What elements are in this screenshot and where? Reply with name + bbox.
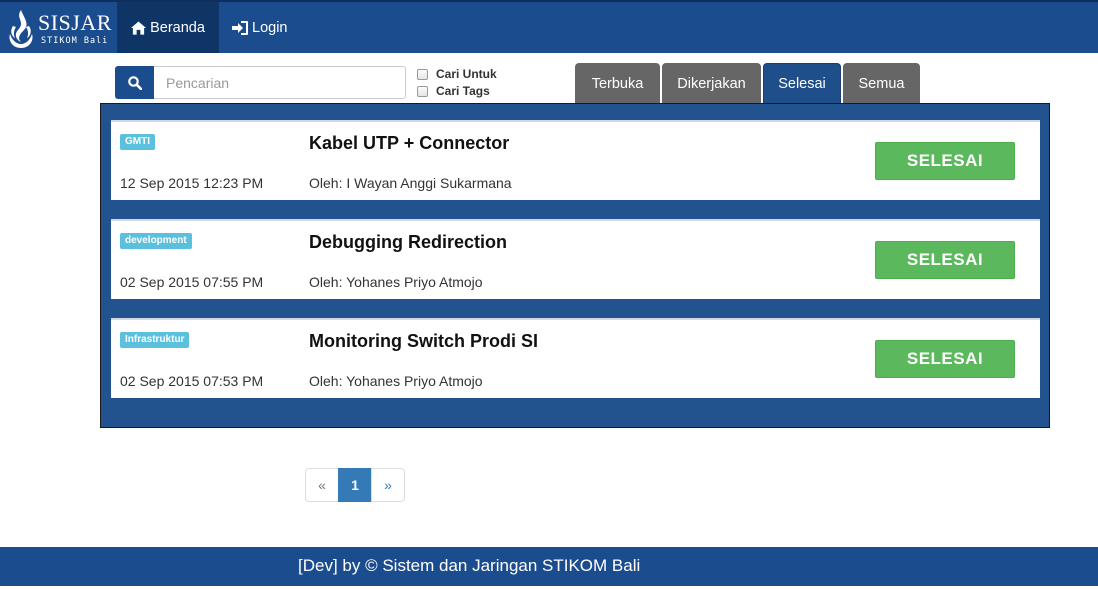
tab-dikerjakan[interactable]: Dikerjakan	[662, 63, 761, 104]
ticket-title[interactable]: Debugging Redirection	[309, 232, 507, 253]
search-tags-checkbox[interactable]: Cari Tags	[417, 84, 490, 98]
tag-badge[interactable]: Infrastruktur	[120, 332, 190, 348]
tab-semua[interactable]: Semua	[843, 63, 920, 104]
nav-home-link[interactable]: Beranda	[117, 2, 219, 53]
sign-in-icon	[232, 20, 248, 35]
search-icon	[127, 75, 142, 90]
home-icon	[131, 20, 147, 35]
footer: [Dev] by © Sistem dan Jaringan STIKOM Ba…	[0, 547, 1098, 586]
pagination-next[interactable]: »	[371, 468, 405, 502]
nav-home-label: Beranda	[150, 19, 205, 36]
brand-subtitle: STIKOM Bali	[41, 36, 109, 46]
search-tags-label: Cari Tags	[436, 84, 490, 98]
tab-selesai[interactable]: Selesai	[763, 63, 841, 104]
ticket-card: development 02 Sep 2015 07:55 PM Debuggi…	[111, 219, 1040, 299]
navbar: SISJAR STIKOM Bali Beranda Login	[0, 0, 1098, 53]
nav-login-link[interactable]: Login	[232, 2, 287, 53]
search-button[interactable]	[115, 66, 154, 99]
tag-badge[interactable]: development	[120, 233, 192, 249]
ticket-card: GMTI 12 Sep 2015 12:23 PM Kabel UTP + Co…	[111, 120, 1040, 200]
ticket-list-panel: GMTI 12 Sep 2015 12:23 PM Kabel UTP + Co…	[100, 103, 1050, 428]
brand-name: SISJAR	[38, 10, 112, 35]
search-for-label: Cari Untuk	[436, 67, 497, 81]
ticket-title[interactable]: Monitoring Switch Prodi SI	[309, 331, 538, 352]
status-done-button[interactable]: SELESAI	[875, 241, 1015, 279]
footer-text: [Dev] by © Sistem dan Jaringan STIKOM Ba…	[298, 556, 641, 575]
ticket-date: 02 Sep 2015 07:53 PM	[120, 373, 264, 389]
nav-login-label: Login	[252, 19, 288, 36]
flame-logo-icon	[9, 10, 33, 48]
ticket-date: 02 Sep 2015 07:55 PM	[120, 274, 264, 290]
checkbox-box[interactable]	[417, 85, 428, 97]
ticket-date: 12 Sep 2015 12:23 PM	[120, 175, 264, 191]
checkbox-box[interactable]	[417, 68, 428, 80]
tab-terbuka[interactable]: Terbuka	[575, 63, 660, 104]
tag-badge[interactable]: GMTI	[120, 134, 155, 150]
search-for-checkbox[interactable]: Cari Untuk	[417, 67, 497, 81]
status-done-button[interactable]: SELESAI	[875, 340, 1015, 378]
brand[interactable]: SISJAR STIKOM Bali	[4, 4, 116, 53]
ticket-card: Infrastruktur 02 Sep 2015 07:53 PM Monit…	[111, 318, 1040, 398]
ticket-title[interactable]: Kabel UTP + Connector	[309, 133, 509, 154]
ticket-author: Oleh: Yohanes Priyo Atmojo	[309, 274, 483, 290]
pagination-prev[interactable]: «	[305, 468, 339, 502]
search-input[interactable]	[154, 66, 406, 99]
ticket-author: Oleh: I Wayan Anggi Sukarmana	[309, 175, 512, 191]
pagination-page-1[interactable]: 1	[338, 468, 372, 502]
ticket-author: Oleh: Yohanes Priyo Atmojo	[309, 373, 483, 389]
status-done-button[interactable]: SELESAI	[875, 142, 1015, 180]
